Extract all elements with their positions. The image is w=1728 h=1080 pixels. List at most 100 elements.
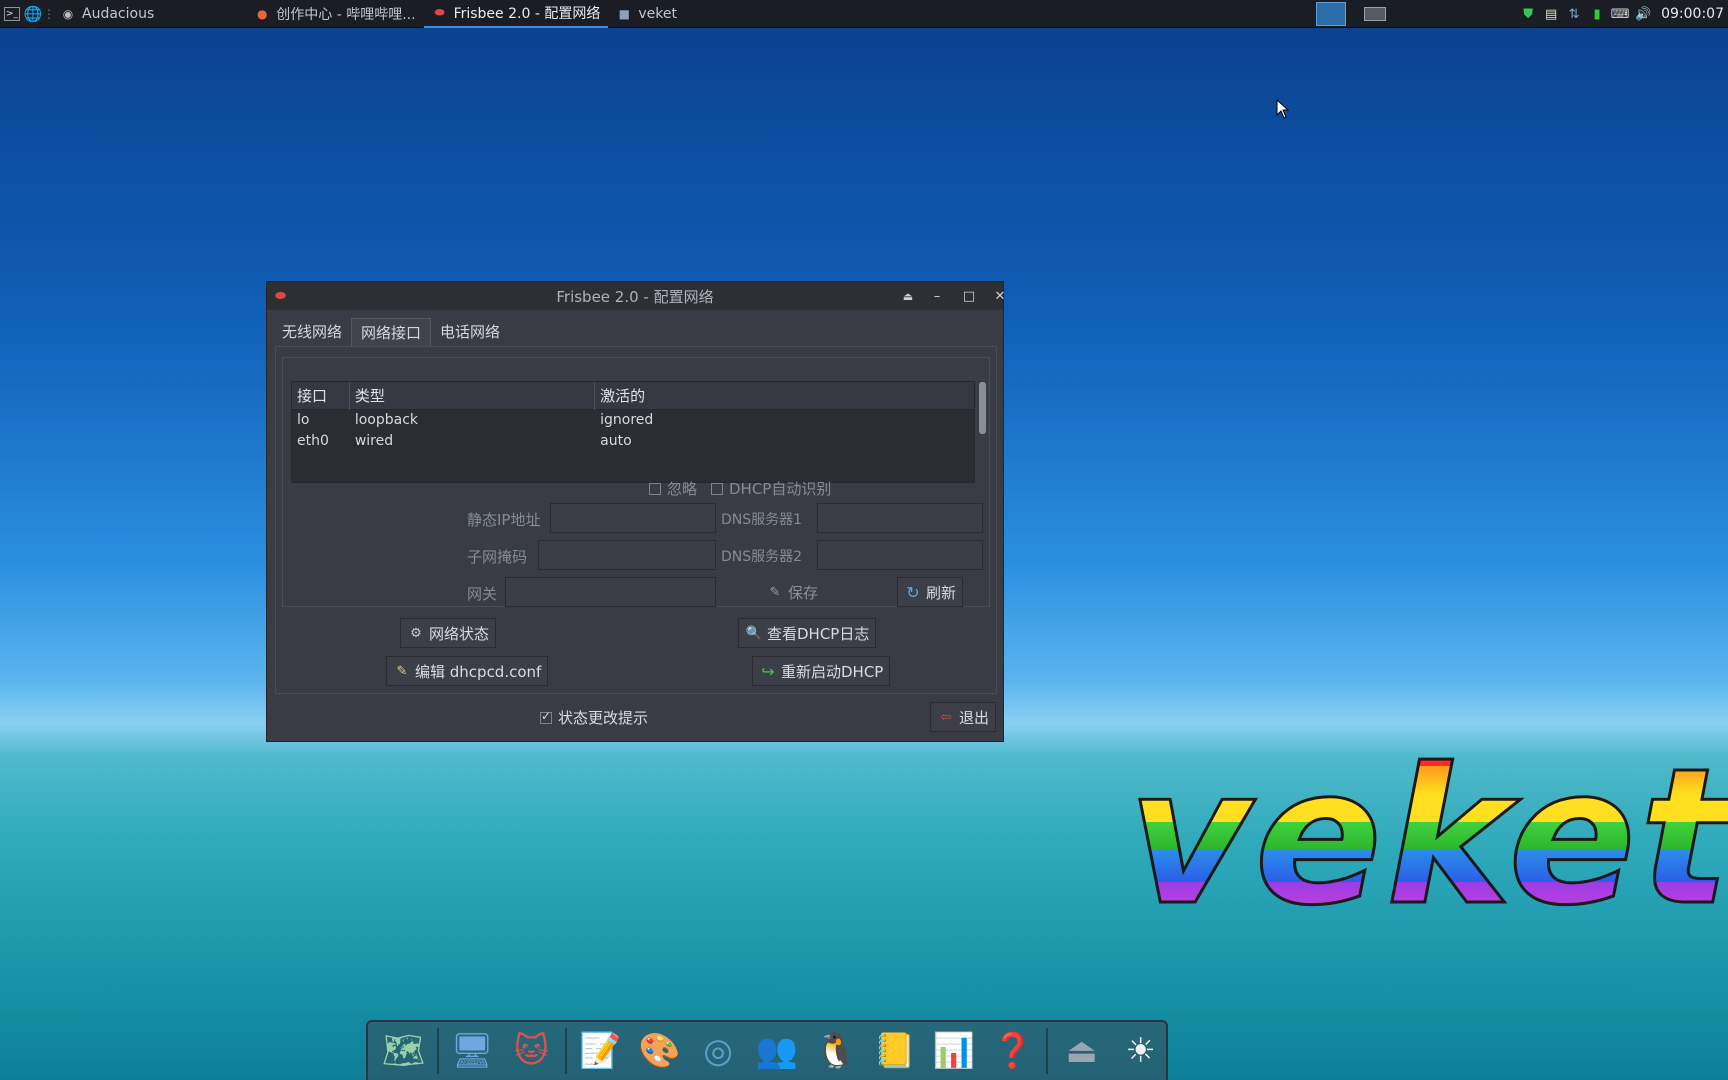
task-veket-folder[interactable]: ■ veket bbox=[608, 0, 685, 28]
dock-penguin-icon[interactable]: 🐧 bbox=[810, 1026, 861, 1076]
cell-type: loopback bbox=[354, 412, 419, 428]
restart-arrow-icon: ↪ bbox=[761, 661, 775, 681]
network-status-button[interactable]: ⚙ 网络状态 bbox=[400, 618, 497, 648]
network-icon[interactable]: ⇅ bbox=[1565, 5, 1583, 23]
save-button[interactable]: ✎ 保存 bbox=[759, 577, 825, 607]
header-active[interactable]: 激活的 bbox=[595, 382, 974, 410]
veket-logo: veket bbox=[1127, 728, 1728, 947]
status-change-checkbox[interactable]: 状态更改提示 bbox=[540, 707, 648, 728]
frisbee-icon: ⬬ bbox=[434, 5, 445, 19]
interface-settings-frame: 接口 类型 激活的 lo loopback ignored eth0 wired… bbox=[282, 357, 990, 607]
tab-interfaces[interactable]: 网络接口 bbox=[351, 318, 432, 346]
edit-dhcpcd-label: 编辑 dhcpcd.conf bbox=[415, 662, 542, 681]
desktop-switcher bbox=[1316, 2, 1386, 26]
table-row[interactable]: lo loopback ignored bbox=[292, 410, 974, 431]
dock-text-editor-icon[interactable]: 📝 bbox=[575, 1026, 626, 1076]
cell-type: wired bbox=[354, 433, 394, 449]
task-label: veket bbox=[638, 5, 677, 22]
dock-notebook-icon[interactable]: 📒 bbox=[869, 1026, 920, 1076]
dhcp-auto-label: DHCP自动识别 bbox=[729, 480, 832, 498]
ignore-checkbox[interactable]: 忽略 bbox=[649, 478, 697, 499]
dock-separator bbox=[1046, 1028, 1049, 1074]
folder-icon: ■ bbox=[618, 6, 630, 21]
save-label: 保存 bbox=[788, 583, 819, 602]
globe-icon[interactable]: 🌐 bbox=[24, 5, 43, 23]
ignore-label: 忽略 bbox=[667, 480, 698, 498]
dns2-input[interactable] bbox=[817, 540, 983, 570]
dock-separator bbox=[436, 1028, 439, 1074]
maximize-icon[interactable]: □ bbox=[954, 282, 984, 310]
dock-paint-icon[interactable]: 🎨 bbox=[634, 1026, 685, 1076]
dhcp-auto-checkbox[interactable]: DHCP自动识别 bbox=[711, 478, 831, 499]
network-status-label: 网络状态 bbox=[429, 624, 490, 643]
task-frisbee[interactable]: ⬬ Frisbee 2.0 - 配置网络 bbox=[423, 0, 609, 28]
dock-desktop-settings-icon[interactable]: 🖥 bbox=[447, 1026, 498, 1076]
bottom-dock: 🗺 🖥 🐱 📝 🎨 ◎ 👥 🐧 📒 📊 ❓ ⏏ ☀ bbox=[366, 1020, 1168, 1080]
save-icon: ✎ bbox=[769, 584, 781, 600]
clock[interactable]: 09:00:07 bbox=[1661, 6, 1724, 22]
restart-dhcp-button[interactable]: ↪ 重新启动DHCP bbox=[752, 656, 891, 686]
refresh-label: 刷新 bbox=[926, 583, 957, 602]
shield-icon[interactable]: ⛊ bbox=[1519, 5, 1537, 23]
clipboard-icon[interactable]: ▤ bbox=[1542, 5, 1560, 23]
desktop-2-icon[interactable] bbox=[1364, 7, 1386, 21]
refresh-icon: ↻ bbox=[906, 582, 920, 602]
status-change-checkbox-box[interactable] bbox=[540, 709, 552, 724]
view-dhcp-log-label: 查看DHCP日志 bbox=[767, 624, 870, 643]
restart-dhcp-label: 重新启动DHCP bbox=[781, 662, 884, 681]
edit-dhcpcd-button[interactable]: ✎ 编辑 dhcpcd.conf bbox=[386, 656, 549, 686]
static-ip-label: 静态IP地址 bbox=[467, 511, 541, 529]
minimize-icon[interactable]: – bbox=[922, 282, 952, 310]
table-scrollbar[interactable] bbox=[979, 382, 986, 434]
dock-map-icon[interactable]: 🗺 bbox=[378, 1026, 429, 1076]
terminal-icon[interactable]: >_ bbox=[4, 6, 20, 21]
task-audacious[interactable]: ◉ Audacious bbox=[52, 0, 162, 28]
interface-table: 接口 类型 激活的 lo loopback ignored eth0 wired… bbox=[291, 381, 975, 483]
top-panel: >_ 🌐 ⋮ ◉ Audacious ● 创作中心 - 哔哩哔哩... ⬬ Fr… bbox=[0, 0, 1728, 28]
subnet-input[interactable] bbox=[538, 540, 716, 570]
task-label: Frisbee 2.0 - 配置网络 bbox=[453, 5, 601, 22]
dns1-input[interactable] bbox=[817, 503, 983, 533]
close-icon[interactable]: ✕ bbox=[985, 282, 1015, 310]
cell-interface: lo bbox=[297, 412, 310, 428]
dock-separator bbox=[564, 1028, 567, 1074]
task-bilibili[interactable]: ● 创作中心 - 哔哩哔哩... bbox=[246, 0, 423, 28]
shade-icon[interactable]: ⏏ bbox=[893, 282, 923, 310]
exit-label: 退出 bbox=[959, 708, 990, 727]
firefox-icon: ● bbox=[257, 6, 268, 21]
tab-telephone[interactable]: 电话网络 bbox=[431, 318, 509, 346]
battery-icon[interactable]: ▮ bbox=[1588, 5, 1606, 23]
subnet-label: 子网掩码 bbox=[467, 548, 528, 566]
cell-active: auto bbox=[600, 433, 632, 449]
dock-chart-icon[interactable]: 📊 bbox=[928, 1026, 979, 1076]
table-row[interactable]: eth0 wired auto bbox=[292, 431, 974, 452]
dock-media-player-icon[interactable]: ◎ bbox=[693, 1026, 744, 1076]
ignore-checkbox-box[interactable] bbox=[649, 482, 661, 495]
volume-icon[interactable]: 🔊 bbox=[1634, 5, 1652, 23]
window-titlebar[interactable]: ⬬ Frisbee 2.0 - 配置网络 ⏏ – □ ✕ bbox=[267, 282, 1005, 310]
exit-icon: ⇦ bbox=[940, 709, 952, 725]
interfaces-panel: 接口 类型 激活的 lo loopback ignored eth0 wired… bbox=[275, 346, 997, 694]
dock-brightness-icon[interactable]: ☀ bbox=[1115, 1026, 1166, 1076]
refresh-button[interactable]: ↻ 刷新 bbox=[897, 577, 964, 607]
desktop-1-icon[interactable] bbox=[1316, 2, 1346, 26]
dhcp-auto-checkbox-box[interactable] bbox=[711, 482, 723, 495]
static-ip-input[interactable] bbox=[550, 503, 716, 533]
cell-interface: eth0 bbox=[297, 433, 329, 449]
exit-button[interactable]: ⇦ 退出 bbox=[930, 702, 997, 732]
status-change-label: 状态更改提示 bbox=[558, 709, 649, 727]
edit-file-icon: ✎ bbox=[396, 663, 408, 679]
view-dhcp-log-button[interactable]: 🔍 查看DHCP日志 bbox=[738, 618, 877, 648]
header-type[interactable]: 类型 bbox=[350, 382, 596, 410]
dock-network-icon[interactable]: 👥 bbox=[752, 1026, 803, 1076]
header-interface[interactable]: 接口 bbox=[292, 382, 350, 410]
dock-help-icon[interactable]: ❓ bbox=[987, 1026, 1038, 1076]
tab-wireless[interactable]: 无线网络 bbox=[273, 318, 351, 346]
dns1-label: DNS服务器1 bbox=[721, 512, 803, 528]
gateway-label: 网关 bbox=[467, 585, 498, 603]
keyboard-icon[interactable]: ⌨ bbox=[1611, 5, 1630, 23]
dock-drive-icon[interactable]: ⏏ bbox=[1056, 1026, 1107, 1076]
dock-pet-icon[interactable]: 🐱 bbox=[506, 1026, 557, 1076]
gateway-input[interactable] bbox=[505, 577, 716, 607]
network-status-icon: ⚙ bbox=[410, 625, 422, 641]
